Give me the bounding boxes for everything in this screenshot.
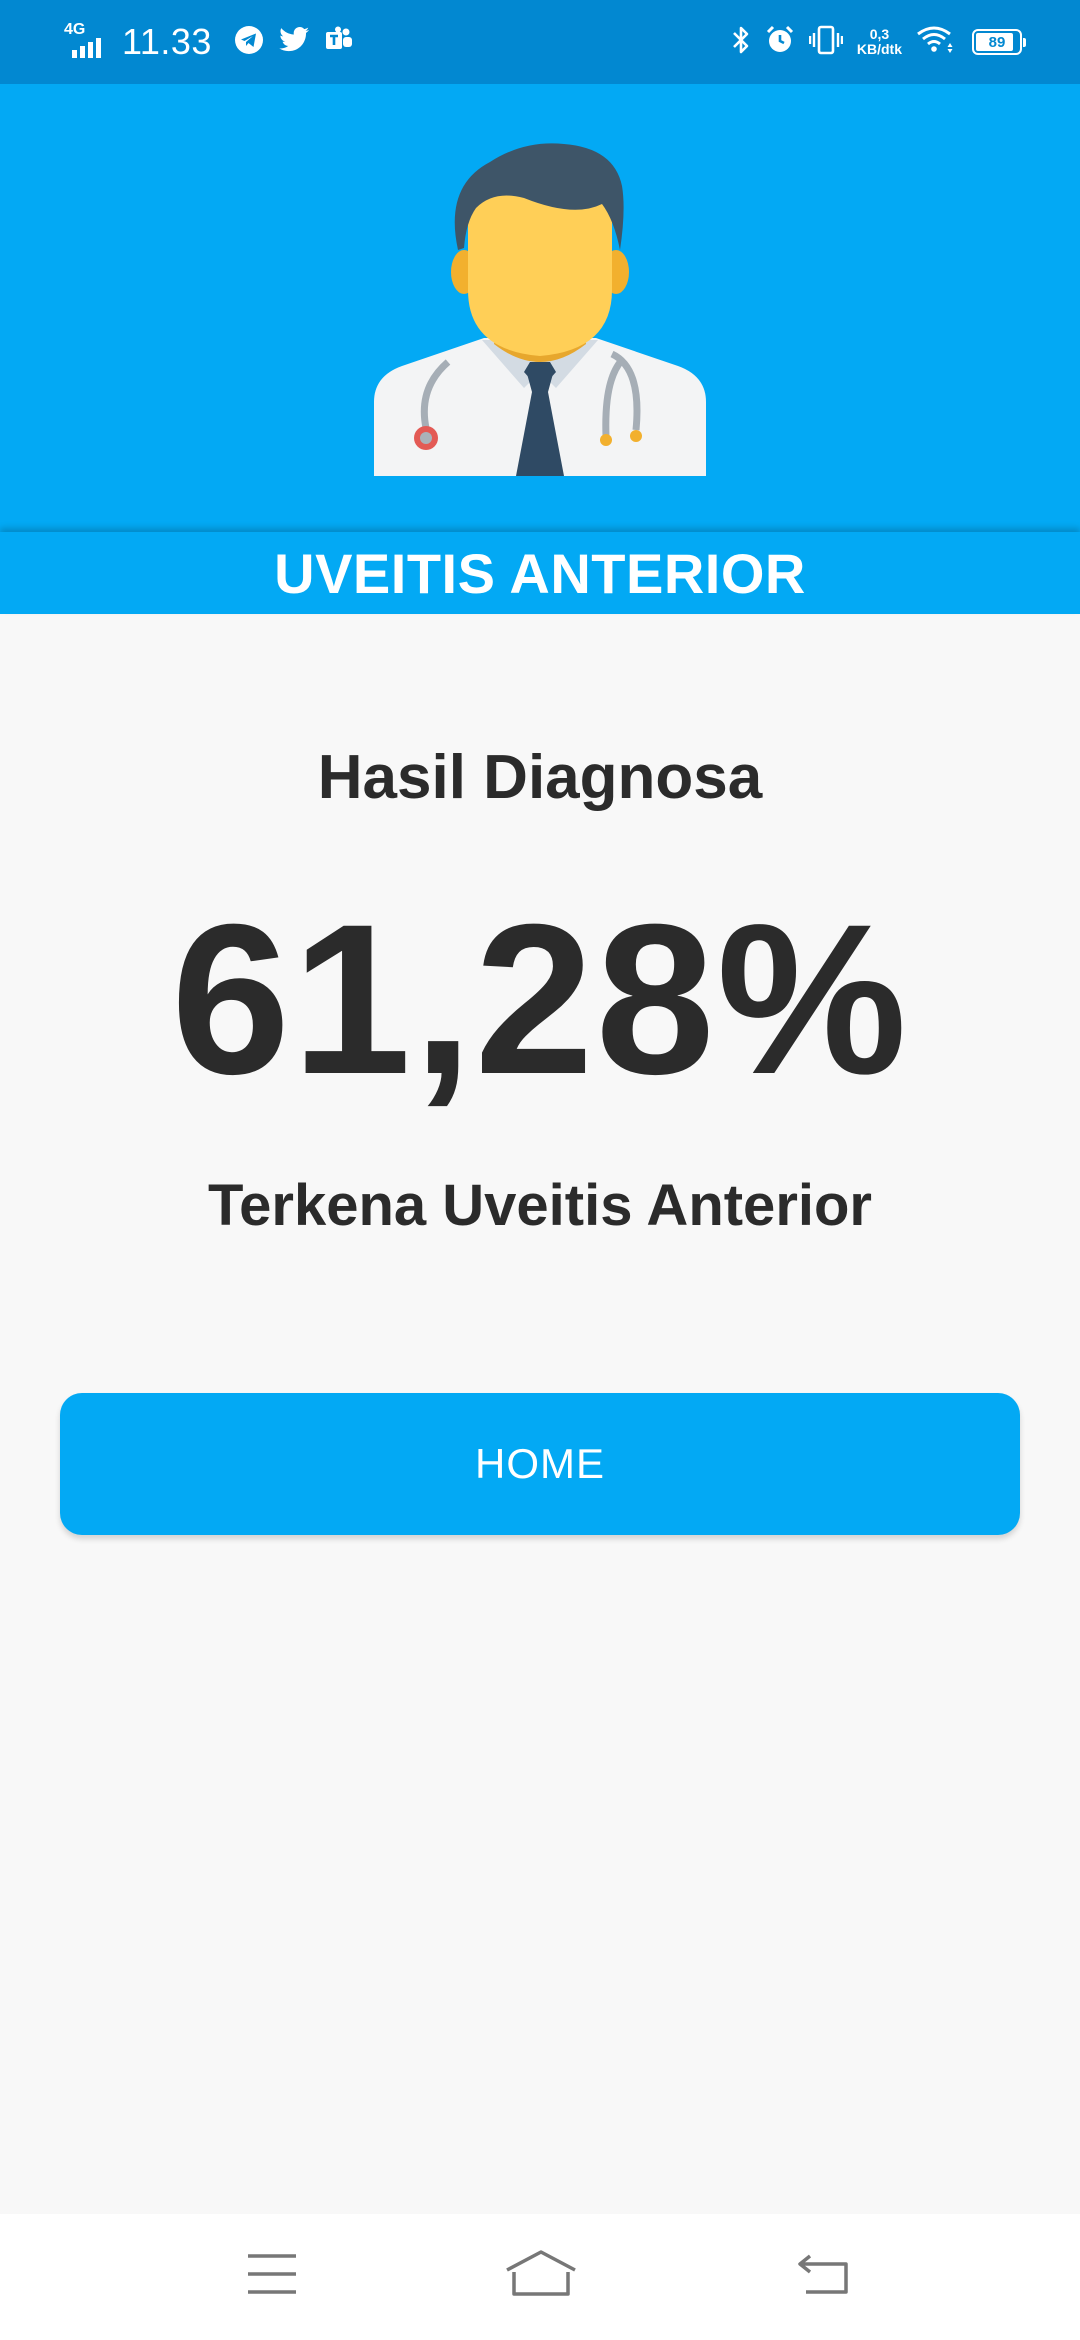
- status-bar-left: 4G 11.33: [64, 21, 368, 63]
- navigation-bar: [0, 2214, 1080, 2340]
- status-bar: 4G 11.33 0,3 KB/dtk 89: [0, 0, 1080, 84]
- twitter-icon: [278, 26, 310, 59]
- wifi-icon: [916, 25, 956, 60]
- diagnosis-result: Terkena Uveitis Anterior: [208, 1173, 872, 1238]
- diagnosis-heading: Hasil Diagnosa: [317, 743, 763, 812]
- teams-icon: [324, 25, 354, 60]
- status-time: 11.33: [122, 21, 212, 62]
- page-title: UVEITIS ANTERIOR: [274, 541, 806, 605]
- doctor-avatar-icon: [374, 143, 706, 476]
- home-button[interactable]: HOME: [60, 1393, 1020, 1535]
- vibrate-icon: [808, 25, 844, 60]
- bluetooth-icon: [731, 24, 751, 61]
- alarm-icon: [765, 25, 795, 60]
- battery-indicator: 89: [972, 29, 1026, 55]
- network-speed: 0,3 KB/dtk: [857, 27, 902, 57]
- cellular-signal-icon: 4G: [64, 22, 108, 62]
- status-bar-right: 0,3 KB/dtk 89: [717, 24, 1026, 61]
- header: [0, 84, 1080, 534]
- network-speed-unit: KB/dtk: [856, 41, 902, 57]
- diagnosis-percentage: 61,28%: [171, 880, 909, 1119]
- network-type: 4G: [64, 21, 86, 38]
- battery-level: 89: [988, 33, 1006, 51]
- network-speed-value: 0,3: [869, 26, 890, 42]
- menu-icon[interactable]: [246, 2252, 298, 2301]
- page-title-bar: UVEITIS ANTERIOR: [0, 532, 1080, 614]
- home-icon[interactable]: [504, 2248, 578, 2303]
- telegram-icon: [234, 25, 264, 60]
- back-icon[interactable]: [796, 2252, 852, 2301]
